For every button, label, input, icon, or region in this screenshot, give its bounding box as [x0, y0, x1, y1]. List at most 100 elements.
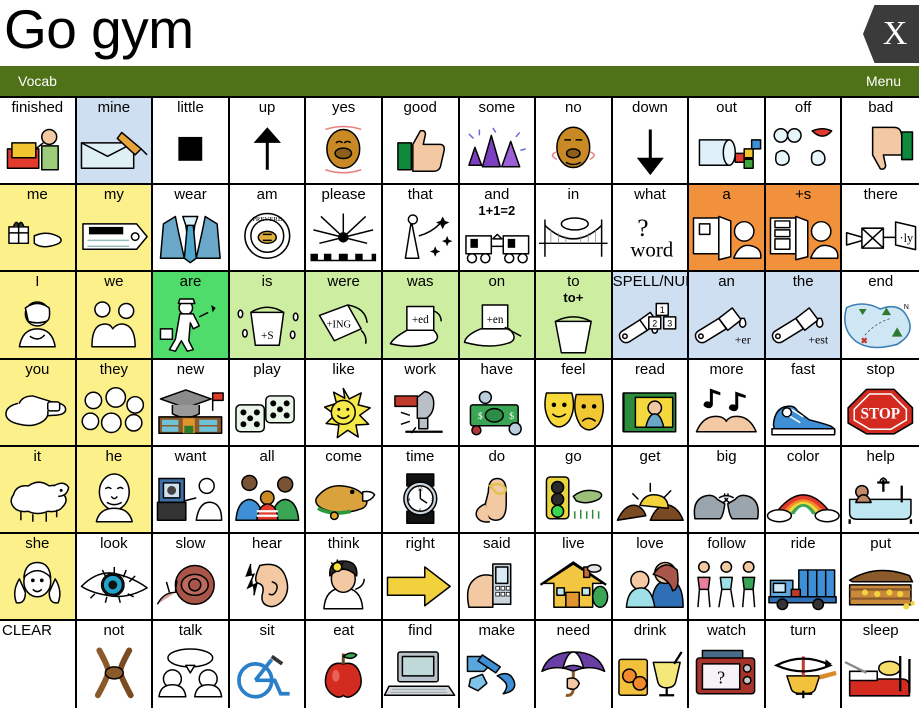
grid-cell-look[interactable]: look [76, 534, 154, 622]
grid-cell-live[interactable]: live [536, 534, 613, 622]
grid-cell-ride[interactable]: ride [765, 534, 843, 622]
grid-cell-drink[interactable]: drink [612, 621, 690, 708]
grid-cell-spell-num[interactable]: SPELL/NUM 1 2 3 [612, 272, 690, 360]
grid-cell-go[interactable]: go [536, 446, 613, 535]
grid-cell-slow[interactable]: slow [153, 534, 230, 622]
grid-cell-all[interactable]: all [229, 446, 307, 535]
grid-cell-on[interactable]: on +en [459, 272, 537, 360]
grid-cell-i[interactable]: I [0, 272, 77, 360]
grid-cell-my[interactable]: my [76, 185, 154, 273]
grid-cell-label: have [480, 360, 514, 378]
grid-cell-want[interactable]: want [153, 446, 230, 535]
grid-cell-do[interactable]: do [459, 446, 537, 535]
grid-cell-play[interactable]: play [229, 359, 307, 447]
grid-cell-up[interactable]: up [229, 98, 307, 186]
grid-cell-please[interactable]: please [306, 185, 383, 273]
grid-cell-work[interactable]: work [382, 359, 460, 447]
close-icon[interactable]: X [863, 5, 919, 63]
grid-cell-hear[interactable]: hear [229, 534, 307, 622]
grid-cell-he[interactable]: he [76, 446, 154, 535]
grid-cell-end[interactable]: end N [842, 272, 919, 360]
vocab-button[interactable]: Vocab [18, 73, 57, 89]
grid-cell-help[interactable]: help [842, 446, 919, 535]
grid-cell-feel[interactable]: feel [536, 359, 613, 447]
svg-text:word: word [630, 238, 673, 262]
grid-cell-make[interactable]: make [459, 621, 537, 708]
grid-cell-love[interactable]: love [612, 534, 690, 622]
grid-cell-said[interactable]: said [459, 534, 537, 622]
grid-cell-out[interactable]: out [689, 98, 766, 186]
svg-text:N: N [904, 304, 909, 311]
grid-cell-yes[interactable]: yes [306, 98, 383, 186]
grid-cell-no[interactable]: no [536, 98, 613, 186]
grid-cell-follow[interactable]: follow [689, 534, 766, 622]
grid-cell-me[interactable]: me [0, 185, 77, 273]
grid-cell-we[interactable]: we [76, 272, 154, 360]
grid-cell-find[interactable]: find [382, 621, 460, 708]
grid-cell-clear[interactable]: CLEAR [0, 621, 77, 708]
grid-cell-was[interactable]: was +ed [382, 272, 460, 360]
grid-cell-more[interactable]: more [689, 359, 766, 447]
grid-cell-right[interactable]: right [382, 534, 460, 622]
grid-cell-what[interactable]: what? word [612, 185, 690, 273]
grid-cell-color[interactable]: color [765, 446, 843, 535]
man-face-icon [77, 465, 152, 532]
grid-cell-bad[interactable]: bad [842, 98, 919, 186]
grid-cell-turn[interactable]: turn [765, 621, 843, 708]
grid-cell-label: out [716, 99, 737, 116]
wizard-wand-icon [383, 203, 458, 270]
svg-text:3: 3 [667, 319, 672, 329]
grid-cell-sit[interactable]: sit [229, 621, 307, 708]
grid-cell-little[interactable]: little [153, 98, 230, 186]
grid-cell-fast[interactable]: fast [765, 359, 843, 447]
grid-cell-read[interactable]: read [612, 359, 690, 447]
grid-cell-you[interactable]: you [0, 359, 77, 447]
grid-cell-an[interactable]: an +er [689, 272, 766, 360]
grid-cell-watch[interactable]: watch? [689, 621, 766, 708]
grid-cell-have[interactable]: have $ $ [459, 359, 537, 447]
grid-cell-put[interactable]: put [842, 534, 919, 622]
grid-cell-is[interactable]: is +S [229, 272, 307, 360]
grid-cell-sleep[interactable]: sleep [842, 621, 919, 708]
grid-cell-stop[interactable]: stop STOP [842, 359, 919, 447]
grid-cell-like[interactable]: like [306, 359, 383, 447]
grid-cell-the[interactable]: the +est [765, 272, 843, 360]
grid-cell-finished[interactable]: finished [0, 98, 77, 186]
grid-cell-think[interactable]: think [306, 534, 383, 622]
grid-cell-label: time [406, 447, 435, 465]
grid-cell-a[interactable]: a [689, 185, 766, 273]
svg-text:+er: +er [735, 333, 751, 347]
grid-cell-there[interactable]: there ·ly [842, 185, 919, 273]
grid-cell-she[interactable]: she [0, 534, 77, 622]
grid-cell-down[interactable]: down [612, 98, 690, 186]
grid-cell-some[interactable]: some [459, 98, 537, 186]
grid-cell-it[interactable]: it [0, 446, 77, 535]
grid-cell-wear[interactable]: wear [153, 185, 230, 273]
grid-cell-+s[interactable]: +s [765, 185, 843, 273]
page-title: Go gym [4, 0, 194, 60]
grid-cell-off[interactable]: off [765, 98, 843, 186]
menu-button[interactable]: Menu [866, 73, 901, 89]
grid-cell-mine[interactable]: mine [76, 98, 154, 186]
grid-cell-good[interactable]: good [382, 98, 460, 186]
grid-cell-big[interactable]: big [689, 446, 766, 535]
grid-cell-not[interactable]: not [76, 621, 154, 708]
grid-cell-are[interactable]: are [153, 272, 230, 360]
grid-cell-that[interactable]: that [382, 185, 460, 273]
grid-cell-need[interactable]: need [536, 621, 613, 708]
grid-cell-get[interactable]: get [612, 446, 690, 535]
grid-cell-were[interactable]: were +ING [306, 272, 383, 360]
grid-cell-to[interactable]: to to+ [536, 272, 613, 360]
grid-cell-come[interactable]: come [306, 446, 383, 535]
grid-cell-label: live [562, 535, 585, 553]
grid-cell-label: think [327, 535, 360, 553]
grid-cell-am[interactable]: am PREVERB [229, 185, 307, 273]
grid-cell-and[interactable]: and 1+1=2 [459, 185, 537, 273]
grid-cell-they[interactable]: they [76, 359, 154, 447]
grid-cell-talk[interactable]: talk [153, 621, 230, 708]
svg-text:1: 1 [659, 306, 664, 316]
grid-cell-eat[interactable]: eat [306, 621, 383, 708]
grid-cell-in[interactable]: in [536, 185, 613, 273]
grid-cell-time[interactable]: time 12 3 6 9 [382, 446, 460, 535]
grid-cell-new[interactable]: new [153, 359, 230, 447]
